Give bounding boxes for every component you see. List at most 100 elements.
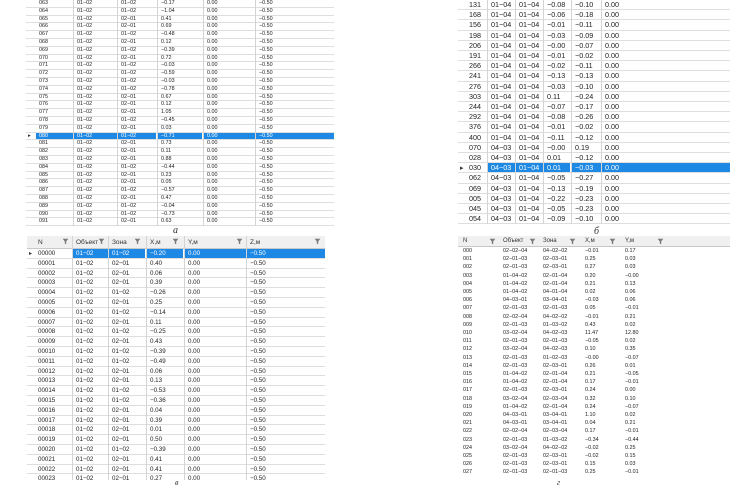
- table-row[interactable]: 241 01−04 01−04 −0.13 −0.13 0.00: [458, 71, 730, 82]
- cell-n: 003: [463, 272, 472, 279]
- table-row[interactable]: 062 04−03 01−04 −0.05 −0.27 0.00: [458, 173, 730, 184]
- table-row[interactable]: 045 04−03 01−04 −0.05 −0.23 0.00: [458, 204, 730, 215]
- table-row[interactable]: 292 01−04 01−04 −0.08 −0.26 0.00: [458, 112, 730, 123]
- cell-n: 024: [463, 444, 472, 451]
- table-row[interactable]: 054 04−03 01−04 −0.09 −0.10 0.00: [458, 214, 730, 225]
- table-row[interactable]: 400 01−04 01−04 −0.11 −0.12 0.00: [458, 133, 730, 143]
- table-row[interactable]: 008 02−02−04 04−02−02 −0.01 0.21: [458, 313, 730, 321]
- column-header-zone[interactable]: Зона: [543, 236, 569, 247]
- table-row[interactable]: 007 02−01−03 02−01−03 0.05 −0.01: [458, 304, 730, 312]
- table-row[interactable]: 011 02−01−03 02−01−03 −0.05 0.02: [458, 337, 730, 345]
- cell-x: −0.03: [585, 297, 599, 304]
- table-row[interactable]: 168 01−04 01−04 −0.06 −0.18 0.00: [458, 10, 730, 21]
- cell-x: 0.25: [585, 469, 596, 476]
- table-row[interactable]: 015 01−04−02 02−01−04 0.21 −0.05: [458, 370, 730, 378]
- table-row[interactable]: 276 01−04 01−04 −0.03 −0.10 0.00: [458, 82, 730, 92]
- table-row[interactable]: 019 01−04−02 02−01−04 0.24 −0.07: [458, 403, 730, 411]
- filter-icon[interactable]: [569, 238, 576, 245]
- table-row[interactable]: 009 02−01−03 01−03−02 0.43 0.02: [458, 321, 730, 329]
- column-header-zone[interactable]: Зона: [112, 236, 134, 249]
- cell-zone: 02−03−01: [543, 461, 568, 468]
- cell-zone: 01−03−02: [543, 321, 568, 328]
- grid-panel-c[interactable]: N Объект Зона X,м Y,м Z,м ▸ 00000 01−02 01−02 −0.2…: [27, 236, 325, 480]
- filter-icon[interactable]: [529, 238, 536, 245]
- table-row[interactable]: 004 01−04−02 02−01−04 0.21 0.13: [458, 280, 730, 288]
- table-row[interactable]: 016 01−04−02 02−01−04 0.17 −0.01: [458, 378, 730, 386]
- column-header-x[interactable]: X,м: [585, 236, 609, 247]
- cell-zone: 02−01−03: [543, 305, 568, 312]
- table-row[interactable]: 018 03−02−04 02−03−04 0.32 0.10: [458, 395, 730, 403]
- filter-icon[interactable]: [134, 238, 141, 245]
- table-row[interactable]: 303 01−04 01−04 0.11 −0.24 0.00: [458, 92, 730, 102]
- table-row[interactable]: 000 02−02−04 04−02−02 −0.01 0.17: [458, 247, 730, 255]
- cell-object: 02−02−04: [503, 428, 528, 435]
- cell-y: 0.03: [625, 461, 636, 468]
- cell-y: 12.80: [625, 330, 639, 336]
- column-header-y[interactable]: Y,м: [188, 236, 236, 249]
- table-row[interactable]: 131 01−04 01−04 −0.08 −0.10 0.00: [458, 0, 730, 11]
- column-header-object[interactable]: Объект: [503, 236, 529, 247]
- table-row[interactable]: 021 04−03−01 03−04−01 0.04 0.21: [458, 419, 730, 427]
- table-row[interactable]: 003 01−04−02 02−01−04 0.20 −0.00: [458, 272, 730, 280]
- filter-icon[interactable]: [489, 238, 496, 245]
- filter-icon[interactable]: [236, 238, 243, 245]
- table-row[interactable]: 024 03−02−04 04−02−02 −0.02 0.25: [458, 444, 730, 452]
- table-row[interactable]: 206 01−04 01−04 −0.00 −0.07 0.00: [458, 41, 730, 51]
- table-row[interactable]: 198 01−04 01−04 −0.03 −0.09 0.00: [458, 31, 730, 41]
- column-divider: [108, 236, 109, 480]
- table-row[interactable]: 070 04−03 01−04 −0.00 0.19 0.00: [458, 143, 730, 153]
- cell-y: −0.07: [625, 354, 639, 361]
- table-row[interactable]: 266 01−04 01−04 −0.02 −0.11 0.00: [458, 61, 730, 72]
- filter-icon[interactable]: [98, 238, 105, 245]
- grid-panel-b[interactable]: 131 01−04 01−04 −0.08 −0.10 0.00 168 01−04 01−04…: [458, 0, 730, 225]
- grid-panel-a[interactable]: 063 01−02 01−02 −0.17 0.00 −0.50 064 01−02 01−02…: [26, 0, 334, 228]
- column-header-y[interactable]: Y,м: [625, 236, 657, 247]
- column-header-x[interactable]: X,м: [150, 236, 172, 249]
- cell-x: 0.32: [585, 395, 596, 402]
- table-row[interactable]: 002 02−01−03 02−03−01 0.27 0.03: [458, 263, 730, 271]
- cell-zone: 02−03−01: [543, 256, 568, 263]
- table-row[interactable]: 376 01−04 01−04 −0.01 −0.02 0.00: [458, 122, 730, 133]
- table-row[interactable]: 244 01−04 01−04 −0.07 −0.17 0.00: [458, 102, 730, 113]
- cell-y: 0.06: [625, 289, 636, 295]
- table-row[interactable]: 005 04−03 01−04 −0.22 −0.23 0.00: [458, 194, 730, 204]
- table-row[interactable]: 027 02−01−03 02−01−03 0.25 −0.01: [458, 468, 730, 476]
- cell-x: 0.21: [585, 280, 596, 287]
- table-row[interactable]: 006 04−03−01 03−04−01 −0.03 0.06: [458, 296, 730, 304]
- table-row[interactable]: 028 04−03 01−04 0.01 −0.12 0.00: [458, 153, 730, 164]
- filter-icon[interactable]: [172, 238, 179, 245]
- table-row[interactable]: 001 02−01−03 02−03−01 0.25 0.03: [458, 255, 730, 263]
- cell-x: 0.17: [585, 379, 596, 386]
- table-row[interactable]: 191 01−04 01−04 −0.01 −0.02 0.00: [458, 51, 730, 62]
- filter-icon[interactable]: [657, 238, 664, 245]
- table-row[interactable]: 017 02−01−03 02−03−01 0.24 0.00: [458, 386, 730, 394]
- filter-icon[interactable]: [62, 238, 69, 245]
- table-row[interactable]: 020 04−03−01 03−04−01 1.10 0.02: [458, 411, 730, 419]
- table-row[interactable]: 069 04−03 01−04 −0.13 −0.19 0.00: [458, 184, 730, 194]
- table-row[interactable]: 022 02−02−04 02−03−04 0.17 −0.01: [458, 427, 730, 435]
- column-divider: [157, 0, 158, 227]
- table-row[interactable]: 014 02−01−03 02−03−01 0.26 0.01: [458, 362, 730, 370]
- filter-icon[interactable]: [314, 238, 321, 245]
- table-row[interactable]: 005 01−04−02 04−01−04 0.02 0.06: [458, 288, 730, 296]
- table-row[interactable]: 156 01−04 01−04 −0.01 −0.11 0.00: [458, 20, 730, 31]
- cell-object: 02−01−03: [503, 321, 528, 328]
- caption-a: а: [173, 225, 178, 236]
- column-header-z[interactable]: Z,м: [250, 236, 314, 249]
- cell-object: 01−04−02: [503, 403, 528, 410]
- table-row[interactable]: ▸ 030 04−03 01−04 0.01 −0.03 0.00: [458, 163, 730, 174]
- grid-panel-d[interactable]: N Объект Зона X,м Y,м 000 02−02−04 04−02−02 −0.0…: [458, 236, 730, 480]
- table-row[interactable]: 013 02−01−03 01−02−03 −0.00 −0.07: [458, 354, 730, 362]
- table-row[interactable]: 012 03−02−04 04−02−03 0.10 0.35: [458, 345, 730, 353]
- column-header-n[interactable]: N: [38, 236, 62, 249]
- table-row[interactable]: 023 02−01−03 01−03−02 −0.34 −0.44: [458, 436, 730, 444]
- filter-icon[interactable]: [609, 238, 616, 245]
- column-header-n[interactable]: N: [463, 236, 489, 247]
- table-row[interactable]: 010 03−02−04 04−02−03 11.47 12.80: [458, 329, 730, 337]
- cell-x: 0.24: [585, 387, 596, 394]
- column-divider: [73, 0, 74, 227]
- cell-n: 011: [463, 338, 472, 345]
- table-row[interactable]: 026 02−01−03 02−03−01 0.15 0.03: [458, 460, 730, 468]
- column-header-object[interactable]: Объект: [76, 236, 98, 249]
- table-row[interactable]: 025 02−01−03 02−03−01 −0.02 0.15: [458, 452, 730, 460]
